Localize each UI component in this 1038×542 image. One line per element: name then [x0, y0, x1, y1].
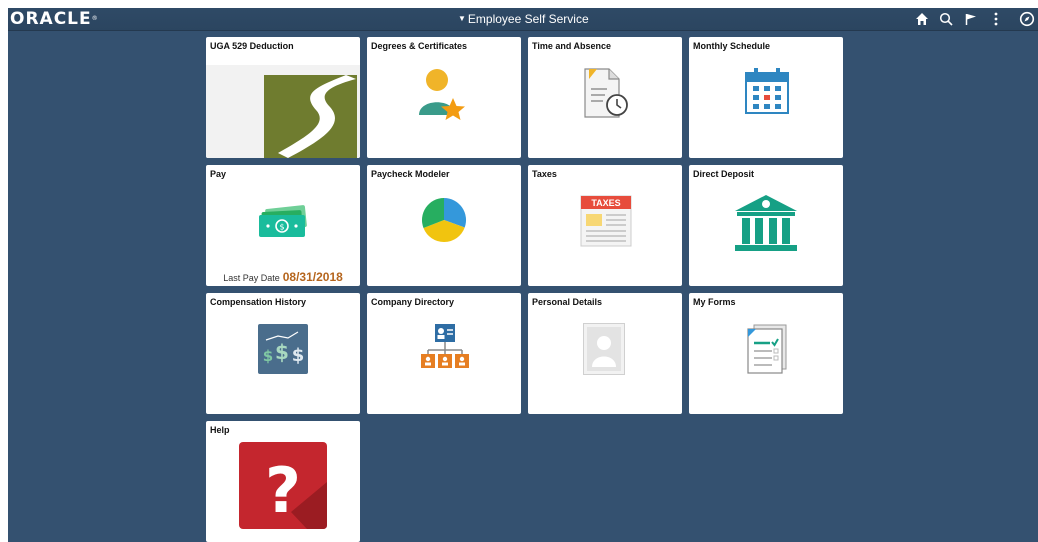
org-chart-icon — [421, 324, 469, 368]
last-pay-info: Last Pay Date 08/31/2018 — [206, 270, 360, 284]
tile-title: Monthly Schedule — [693, 41, 771, 51]
page-title-text: Employee Self Service — [467, 12, 589, 26]
tile-compensation-history[interactable]: Compensation History $ $ $ — [206, 293, 360, 414]
tile-monthly-schedule[interactable]: Monthly Schedule — [689, 37, 843, 158]
help-question-icon: ? — [239, 442, 327, 529]
tile-title: Degrees & Certificates — [371, 41, 468, 51]
tile-paycheck-modeler[interactable]: Paycheck Modeler — [367, 165, 521, 286]
forms-checklist-icon — [747, 324, 787, 374]
tile-title: Company Directory — [371, 297, 455, 307]
home-button[interactable] — [912, 9, 932, 29]
more-vertical-icon — [994, 12, 998, 26]
home-icon — [916, 13, 928, 25]
dollar-history-icon: $ $ $ — [258, 324, 308, 374]
tile-uga-529-deduction[interactable]: UGA 529 Deduction — [206, 37, 360, 158]
tile-title: My Forms — [693, 297, 736, 307]
caret-down-icon: ▼ — [458, 14, 466, 23]
tile-personal-details[interactable]: Personal Details — [528, 293, 682, 414]
tile-direct-deposit[interactable]: Direct Deposit — [689, 165, 843, 286]
taxes-badge: TAXES — [591, 198, 620, 208]
tile-title: Taxes — [532, 169, 557, 179]
flag-icon — [965, 14, 976, 25]
logo-text: ORACLE — [10, 9, 92, 29]
taxes-form-icon: TAXES — [580, 195, 632, 247]
tile-help[interactable]: Help ? — [206, 421, 360, 542]
navbar-button[interactable] — [1016, 9, 1038, 29]
search-icon — [939, 12, 953, 26]
oracle-logo: ORACLE® — [10, 9, 98, 29]
bank-icon — [735, 195, 797, 251]
page-title[interactable]: ▼ Employee Self Service — [458, 12, 589, 26]
svg-text:$: $ — [292, 345, 305, 366]
pie-chart-icon — [421, 198, 467, 243]
last-pay-label: Last Pay Date — [223, 273, 280, 283]
tile-title: Help — [210, 425, 230, 435]
person-star-icon — [419, 69, 465, 120]
svg-text:$: $ — [275, 340, 289, 364]
person-placeholder-icon — [583, 323, 625, 375]
svg-text:$: $ — [263, 347, 273, 365]
tile-title: UGA 529 Deduction — [210, 41, 294, 51]
svg-text:?: ? — [265, 454, 301, 527]
tile-pay[interactable]: Pay $ Last Pay Date 08/31/2018 — [206, 165, 360, 286]
tile-time-and-absence[interactable]: Time and Absence — [528, 37, 682, 158]
notifications-button[interactable] — [961, 9, 981, 29]
app-frame: ORACLE® ▼ Employee Self Service UGA 529 D… — [8, 8, 1038, 542]
tile-title: Personal Details — [532, 297, 603, 307]
header-bar: ORACLE® ▼ Employee Self Service — [8, 8, 1038, 31]
tile-my-forms[interactable]: My Forms — [689, 293, 843, 414]
svg-text:$: $ — [279, 223, 284, 232]
search-button[interactable] — [936, 9, 956, 29]
tile-taxes[interactable]: Taxes TAXES — [528, 165, 682, 286]
document-clock-icon — [584, 68, 628, 118]
tile-title: Compensation History — [210, 297, 307, 307]
money-icon: $ — [259, 205, 307, 237]
tile-title: Pay — [210, 169, 227, 179]
compass-icon — [1019, 11, 1035, 27]
tile-title: Direct Deposit — [693, 169, 755, 179]
tile-degrees-certificates[interactable]: Degrees & Certificates — [367, 37, 521, 158]
tile-title: Time and Absence — [532, 41, 612, 51]
tile-title: Paycheck Modeler — [371, 169, 450, 179]
calendar-icon — [745, 68, 789, 114]
actions-menu-button[interactable] — [986, 9, 1006, 29]
tile-company-directory[interactable]: Company Directory — [367, 293, 521, 414]
winding-road-logo-icon — [206, 65, 360, 158]
last-pay-date: 08/31/2018 — [282, 270, 343, 284]
